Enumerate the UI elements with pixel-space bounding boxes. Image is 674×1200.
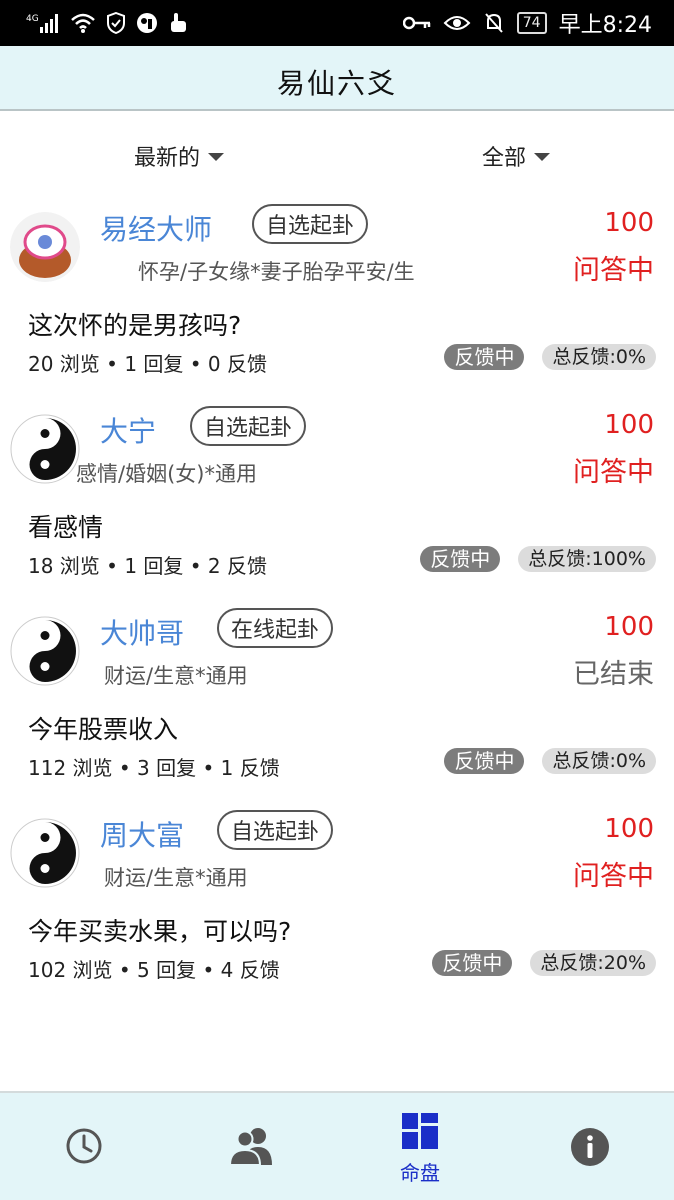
username[interactable]: 大帅哥 bbox=[100, 612, 184, 652]
question-title[interactable]: 看感情 bbox=[28, 508, 103, 544]
feedback-status-badge: 反馈中 bbox=[420, 546, 501, 572]
scope-dropdown[interactable]: 全部 bbox=[482, 140, 551, 172]
bottom-tab-bar: 命盘 bbox=[0, 1091, 674, 1200]
tab-mingpan[interactable]: 命盘 bbox=[336, 1093, 504, 1200]
category-text: 怀孕/子女缘*妻子胎孕平安/生 bbox=[138, 260, 415, 284]
wifi-icon bbox=[71, 13, 95, 33]
yin-yang-icon[interactable] bbox=[10, 616, 80, 686]
status-bar: 4G 74 早上8:24 bbox=[0, 0, 674, 46]
caret-down-icon bbox=[534, 153, 551, 161]
post-stats: 18 浏览 • 1 回复 • 2 反馈 bbox=[28, 554, 267, 578]
shield-icon bbox=[107, 12, 125, 34]
tab-label: 命盘 bbox=[400, 1161, 440, 1185]
battery-indicator: 74 bbox=[516, 12, 547, 34]
score: 100 bbox=[604, 208, 654, 238]
feedback-status-badge: 反馈中 bbox=[432, 950, 513, 976]
grid-icon bbox=[402, 1113, 438, 1149]
username[interactable]: 大宁 bbox=[100, 410, 156, 450]
tab-info[interactable] bbox=[506, 1093, 674, 1200]
score: 100 bbox=[604, 410, 654, 440]
post-stats: 102 浏览 • 5 回复 • 4 反馈 bbox=[28, 958, 280, 982]
username[interactable]: 周大富 bbox=[100, 814, 184, 854]
signal-icon: 4G bbox=[26, 14, 58, 33]
app-header: 易仙六爻 bbox=[0, 46, 674, 111]
post-item[interactable]: 周大富 自选起卦 财运/生意*通用 100 问答中 今年买卖水果，可以吗? 10… bbox=[0, 810, 674, 1008]
filter-bar: 最新的 全部 bbox=[0, 140, 674, 180]
score: 100 bbox=[604, 814, 654, 844]
users-icon bbox=[228, 1128, 272, 1166]
post-item[interactable]: 大帅哥 在线起卦 财运/生意*通用 100 已结束 今年股票收入 112 浏览 … bbox=[0, 608, 674, 806]
info-icon bbox=[571, 1128, 609, 1166]
sort-dropdown[interactable]: 最新的 bbox=[134, 140, 225, 172]
status-left: 4G bbox=[26, 10, 188, 36]
sort-label: 最新的 bbox=[134, 146, 201, 171]
page-title: 易仙六爻 bbox=[276, 67, 397, 100]
badge-group: 反馈中 总反馈:0% bbox=[444, 748, 656, 774]
clock-icon bbox=[66, 1128, 102, 1164]
hand-icon bbox=[171, 13, 186, 32]
category-text: 财运/生意*通用 bbox=[104, 866, 248, 890]
status-text: 问答中 bbox=[573, 255, 654, 286]
category-text: 感情/婚姻(女)*通用 bbox=[76, 462, 257, 486]
caret-down-icon bbox=[208, 153, 225, 161]
post-stats: 20 浏览 • 1 回复 • 0 反馈 bbox=[28, 352, 267, 376]
yin-yang-icon[interactable] bbox=[10, 414, 80, 484]
method-tag: 自选起卦 bbox=[252, 204, 369, 244]
feedback-status-badge: 反馈中 bbox=[444, 748, 525, 774]
method-tag: 自选起卦 bbox=[190, 406, 307, 446]
decorated-avatar[interactable] bbox=[10, 212, 80, 282]
status-time: 早上8:24 bbox=[558, 13, 652, 38]
method-tag: 在线起卦 bbox=[217, 608, 334, 648]
app-notification-icon bbox=[137, 13, 157, 33]
bell-off-icon bbox=[485, 13, 503, 33]
post-item[interactable]: 大宁 自选起卦 感情/婚姻(女)*通用 100 问答中 看感情 18 浏览 • … bbox=[0, 406, 674, 604]
username[interactable]: 易经大师 bbox=[100, 208, 212, 248]
status-right: 74 早上8:24 bbox=[402, 9, 652, 38]
status-text: 问答中 bbox=[573, 861, 654, 892]
tab-history[interactable] bbox=[0, 1093, 168, 1200]
svg-text:4G: 4G bbox=[26, 14, 39, 24]
score: 100 bbox=[604, 612, 654, 642]
question-title[interactable]: 这次怀的是男孩吗? bbox=[28, 306, 241, 342]
question-title[interactable]: 今年买卖水果，可以吗? bbox=[28, 912, 291, 948]
post-stats: 112 浏览 • 3 回复 • 1 反馈 bbox=[28, 756, 280, 780]
method-tag: 自选起卦 bbox=[217, 810, 334, 850]
status-text: 问答中 bbox=[573, 457, 654, 488]
post-item[interactable]: 易经大师 自选起卦 怀孕/子女缘*妻子胎孕平安/生 100 问答中 这次怀的是男… bbox=[0, 204, 674, 402]
status-text: 已结束 bbox=[573, 659, 654, 690]
feedback-status-badge: 反馈中 bbox=[444, 344, 525, 370]
tab-users[interactable] bbox=[168, 1093, 336, 1200]
eye-icon bbox=[443, 16, 471, 30]
key-icon bbox=[402, 16, 431, 30]
scope-label: 全部 bbox=[482, 146, 527, 171]
feedback-total-badge: 总反馈:0% bbox=[542, 748, 656, 774]
feedback-total-badge: 总反馈:20% bbox=[530, 950, 656, 976]
category-text: 财运/生意*通用 bbox=[104, 664, 248, 688]
feedback-total-badge: 总反馈:100% bbox=[518, 546, 656, 572]
feedback-total-badge: 总反馈:0% bbox=[542, 344, 656, 370]
badge-group: 反馈中 总反馈:100% bbox=[420, 546, 656, 572]
yin-yang-icon[interactable] bbox=[10, 818, 80, 888]
badge-group: 反馈中 总反馈:20% bbox=[432, 950, 656, 976]
question-title[interactable]: 今年股票收入 bbox=[28, 710, 178, 746]
badge-group: 反馈中 总反馈:0% bbox=[444, 344, 656, 370]
